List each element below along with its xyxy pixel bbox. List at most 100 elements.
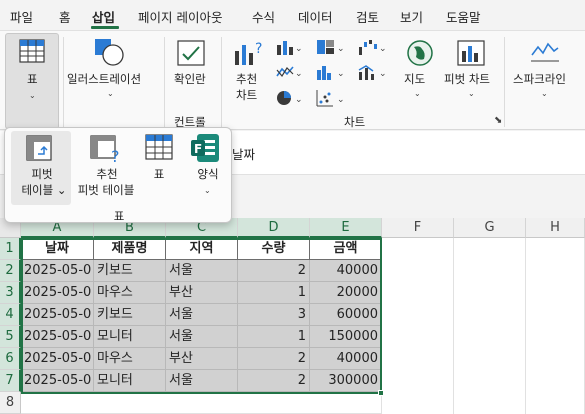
pivot-table-label-2: 테이블 ⌄ xyxy=(21,183,67,197)
product-cell[interactable]: 키보드 xyxy=(94,304,166,326)
recommended-pivot-label-1[interactable]: 추천 xyxy=(75,166,139,182)
column-header[interactable]: D xyxy=(238,218,310,238)
column-header[interactable]: E xyxy=(310,218,382,238)
sparklines-button[interactable]: 스파크라인 xyxy=(513,71,566,87)
column-header[interactable]: F xyxy=(382,218,454,238)
column-chart-icon[interactable]: ⌄ xyxy=(276,39,303,58)
recommended-pivot-label-2[interactable]: 피벗 테이블 xyxy=(67,182,145,198)
quantity-cell[interactable]: 1 xyxy=(238,326,310,348)
sparkline-icon xyxy=(530,39,560,66)
fill-handle[interactable] xyxy=(378,390,384,396)
row-header[interactable]: 3 xyxy=(0,282,21,304)
formula-value[interactable]: 날짜 xyxy=(232,144,255,163)
pivot-chart-icon xyxy=(456,39,486,70)
amount-cell[interactable]: 150000 xyxy=(310,326,382,348)
recommended-charts-label-1[interactable]: 추천 xyxy=(236,71,257,87)
amount-cell[interactable]: 300000 xyxy=(310,370,382,392)
tab-insert[interactable]: 삽입 xyxy=(92,7,115,26)
empty-cells[interactable] xyxy=(454,238,526,414)
region-cell[interactable]: 부산 xyxy=(166,282,238,304)
amount-cell[interactable]: 20000 xyxy=(310,282,382,304)
tab-formulas[interactable]: 수식 xyxy=(252,7,275,26)
region-cell[interactable]: 서울 xyxy=(166,370,238,392)
quantity-cell[interactable]: 3 xyxy=(238,304,310,326)
maps-button[interactable]: 지도 xyxy=(404,71,425,87)
region-cell[interactable]: 부산 xyxy=(166,348,238,370)
svg-text:⌄: ⌄ xyxy=(337,95,345,105)
worksheet-grid[interactable]: A B C D E F G H 1 2 3 4 5 6 7 8 날짜 제품명 지… xyxy=(0,218,585,414)
row-header[interactable]: 4 xyxy=(0,304,21,326)
tab-home[interactable]: 홈 xyxy=(59,7,71,26)
quantity-cell[interactable]: 1 xyxy=(238,282,310,304)
table-icon xyxy=(145,134,173,163)
chevron-down-icon: ⌄ xyxy=(29,91,36,100)
quantity-cell[interactable]: 2 xyxy=(238,260,310,282)
table-icon xyxy=(19,39,45,66)
header-cell[interactable]: 금액 xyxy=(310,238,382,260)
product-cell[interactable]: 키보드 xyxy=(94,260,166,282)
row-header[interactable]: 6 xyxy=(0,348,21,370)
column-header[interactable]: G xyxy=(454,218,526,238)
svg-text:⌄: ⌄ xyxy=(295,69,302,79)
statistic-chart-icon[interactable]: ⌄ xyxy=(316,64,346,83)
date-cell[interactable]: 2025-05-0 xyxy=(21,326,94,348)
empty-row[interactable] xyxy=(21,392,382,414)
tab-view[interactable]: 보기 xyxy=(400,7,423,26)
checkbox-icon xyxy=(176,39,206,70)
amount-cell[interactable]: 40000 xyxy=(310,260,382,282)
line-chart-icon[interactable]: ⌄ xyxy=(276,64,303,83)
chevron-down-icon: ⌄ xyxy=(414,89,421,98)
date-cell[interactable]: 2025-05-0 xyxy=(21,282,94,304)
tab-data[interactable]: 데이터 xyxy=(298,7,333,26)
date-cell[interactable]: 2025-05-0 xyxy=(21,304,94,326)
product-cell[interactable]: 모니터 xyxy=(94,370,166,392)
product-cell[interactable]: 마우스 xyxy=(94,282,166,304)
amount-cell[interactable]: 40000 xyxy=(310,348,382,370)
row-header[interactable]: 7 xyxy=(0,370,21,392)
region-cell[interactable]: 서울 xyxy=(166,304,238,326)
row-header[interactable]: 2 xyxy=(0,260,21,282)
quantity-cell[interactable]: 2 xyxy=(238,370,310,392)
svg-text:⌄: ⌄ xyxy=(337,44,345,54)
svg-text:⌄: ⌄ xyxy=(295,44,302,54)
header-cell[interactable]: 날짜 xyxy=(21,238,94,260)
waterfall-chart-icon[interactable]: ⌄ xyxy=(358,39,388,58)
column-header[interactable]: H xyxy=(526,218,585,238)
ribbon: 표 ⌄ 일러스트레이션 ⌄ 확인란 컨트롤 ? 추천 차트 ⌄ ⌄ ⌄ ⌄ ⌄ … xyxy=(0,30,585,130)
pivot-chart-button[interactable]: 피벗 차트 xyxy=(444,71,490,87)
product-cell[interactable]: 모니터 xyxy=(94,326,166,348)
row-header[interactable]: 1 xyxy=(0,238,21,260)
date-cell[interactable]: 2025-05-0 xyxy=(21,370,94,392)
row-header[interactable]: 5 xyxy=(0,326,21,348)
recommended-charts-label-2[interactable]: 차트 xyxy=(236,87,257,103)
dialog-launcher-icon[interactable]: ⬊ xyxy=(494,115,502,126)
tab-review[interactable]: 검토 xyxy=(356,7,379,26)
region-cell[interactable]: 서울 xyxy=(166,326,238,348)
recommended-pivot-icon: ? xyxy=(89,134,123,167)
empty-cells[interactable] xyxy=(382,238,454,414)
header-cell[interactable]: 지역 xyxy=(166,238,238,260)
header-cell[interactable]: 제품명 xyxy=(94,238,166,260)
product-cell[interactable]: 마우스 xyxy=(94,348,166,370)
date-cell[interactable]: 2025-05-0 xyxy=(21,260,94,282)
tab-page-layout[interactable]: 페이지 레이아웃 xyxy=(138,7,222,26)
pie-chart-icon[interactable]: ⌄ xyxy=(276,89,303,110)
forms-label[interactable]: 양식 xyxy=(191,166,225,182)
empty-cells[interactable] xyxy=(526,238,585,414)
header-cell[interactable]: 수량 xyxy=(238,238,310,260)
illustrations-button[interactable]: 일러스트레이션 xyxy=(67,71,141,87)
date-cell[interactable]: 2025-05-0 xyxy=(21,348,94,370)
combo-chart-icon[interactable]: ⌄ xyxy=(358,64,388,83)
tab-file[interactable]: 파일 xyxy=(10,7,33,26)
recommended-charts-icon: ? xyxy=(233,39,265,70)
svg-text:F: F xyxy=(194,142,202,156)
dd-table-label[interactable]: 표 xyxy=(145,166,173,182)
quantity-cell[interactable]: 2 xyxy=(238,348,310,370)
row-header[interactable]: 8 xyxy=(0,392,21,414)
tab-help[interactable]: 도움말 xyxy=(446,7,481,26)
scatter-chart-icon[interactable]: ⌄ xyxy=(316,89,346,110)
hierarchy-chart-icon[interactable]: ⌄ xyxy=(316,39,346,58)
checkbox-button[interactable]: 확인란 xyxy=(174,71,206,87)
amount-cell[interactable]: 60000 xyxy=(310,304,382,326)
region-cell[interactable]: 서울 xyxy=(166,260,238,282)
